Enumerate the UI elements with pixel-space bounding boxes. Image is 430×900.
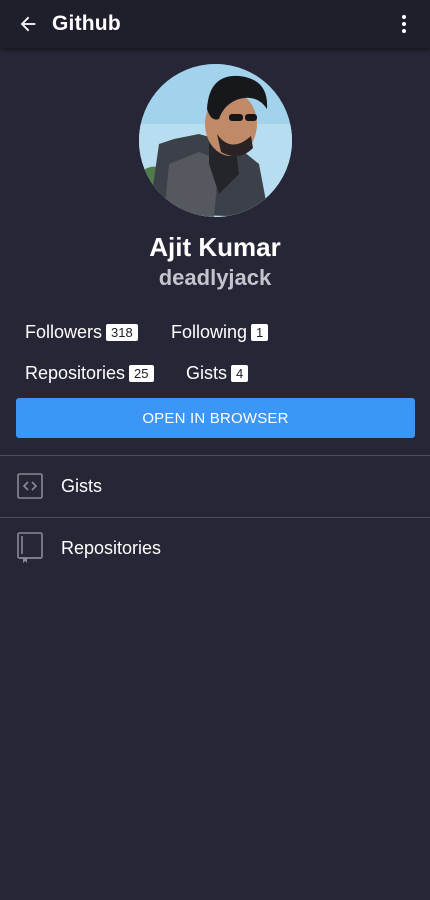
profile-name: Ajit Kumar [149, 232, 281, 262]
gists-label: Gists [186, 363, 228, 383]
avatar [139, 64, 292, 217]
more-vertical-icon [402, 15, 406, 33]
app-bar: Github [0, 0, 430, 48]
app-title: Github [52, 12, 121, 35]
back-button[interactable] [16, 12, 40, 36]
list-item-repositories[interactable]: Repositories [0, 518, 430, 578]
followers-count-badge: 318 [106, 324, 138, 341]
profile-username: deadlyjack [158, 265, 272, 290]
followers-stat[interactable]: Followers 318 [25, 322, 138, 343]
gists-stat[interactable]: Gists 4 [186, 363, 249, 384]
list-item-gists[interactable]: Gists [0, 456, 430, 516]
arrow-left-icon [20, 16, 36, 32]
list-item-label: Gists [61, 475, 103, 496]
followers-label: Followers [25, 322, 103, 342]
gists-count-badge: 4 [231, 365, 249, 382]
repositories-label: Repositories [25, 363, 126, 383]
following-count-badge: 1 [251, 324, 269, 341]
list-item-label: Repositories [61, 537, 162, 558]
repositories-stat[interactable]: Repositories 25 [25, 363, 154, 384]
book-icon [16, 532, 44, 564]
code-icon [16, 470, 44, 502]
following-label: Following [171, 322, 248, 342]
open-in-browser-button[interactable]: OPEN IN BROWSER [16, 398, 415, 438]
overflow-menu-button[interactable] [392, 12, 416, 36]
repositories-count-badge: 25 [129, 365, 154, 382]
following-stat[interactable]: Following 1 [171, 322, 269, 343]
